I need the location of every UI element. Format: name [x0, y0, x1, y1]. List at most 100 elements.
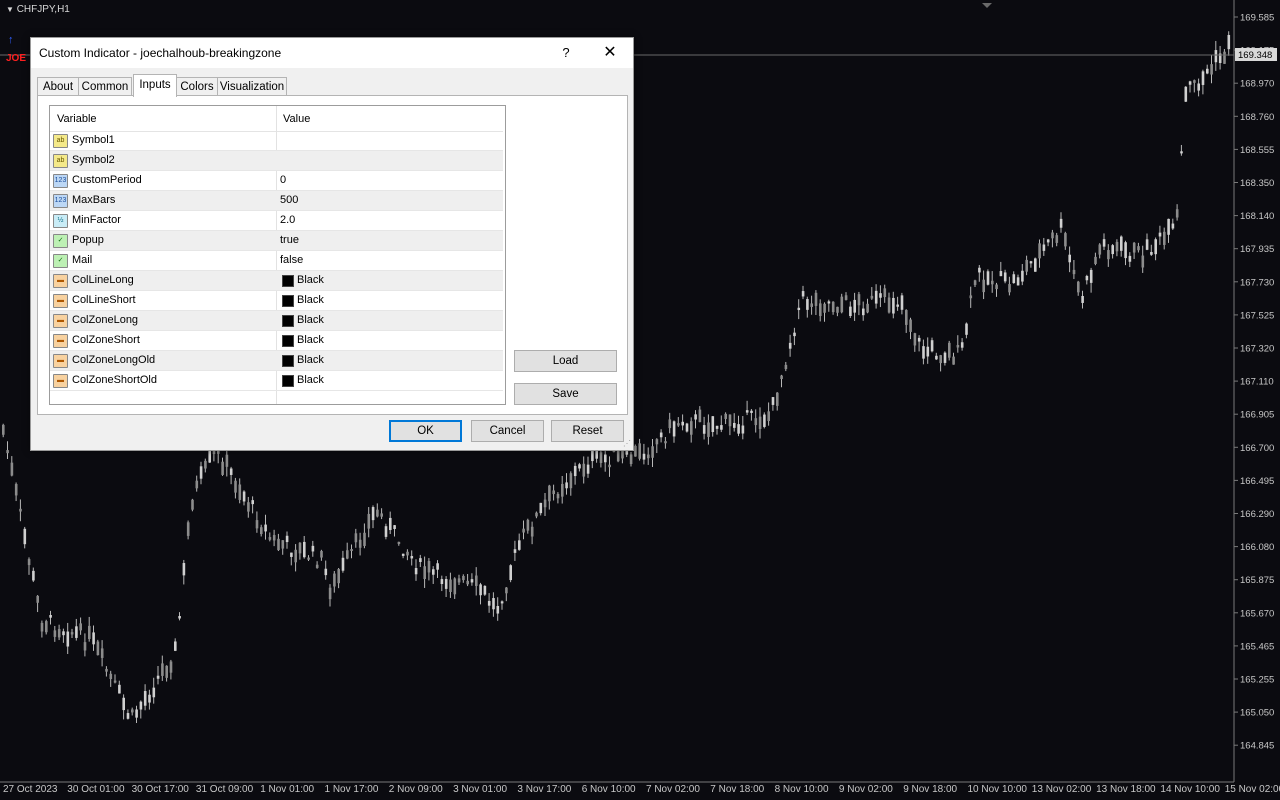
candle-body	[801, 291, 805, 297]
row-value[interactable]: 500	[280, 194, 298, 206]
candle-body	[311, 545, 315, 552]
tab-common[interactable]: Common	[78, 77, 132, 96]
close-icon[interactable]: ✕	[597, 42, 623, 64]
row-value[interactable]: Black	[297, 334, 324, 346]
candle-body	[629, 454, 633, 465]
candle-body	[655, 439, 659, 445]
tab-about[interactable]: About	[37, 77, 79, 96]
candle-body	[690, 421, 693, 435]
candle-body	[88, 625, 91, 640]
row-value[interactable]: Black	[297, 314, 324, 326]
candle-body	[264, 524, 267, 532]
candle-body	[737, 424, 740, 434]
string-type-icon: ab	[53, 154, 68, 168]
candle-body	[677, 423, 680, 426]
grid-row[interactable]: ▬ ColZoneShortOld Black	[50, 371, 505, 391]
help-button[interactable]: ?	[556, 42, 576, 64]
candle-body	[853, 299, 856, 313]
candle-body	[337, 569, 340, 584]
row-value[interactable]: false	[280, 254, 303, 266]
custom-indicator-dialog: Custom Indicator - joechalhoub-breakingz…	[30, 37, 634, 451]
color-swatch[interactable]	[282, 275, 294, 287]
save-button[interactable]: Save	[514, 383, 617, 405]
candle-body	[1154, 239, 1157, 255]
color-swatch[interactable]	[282, 355, 294, 367]
candle-body	[986, 271, 990, 285]
grid-row[interactable]: ½ MinFactor 2.0	[50, 211, 505, 231]
grid-row[interactable]: 123 CustomPeriod 0	[50, 171, 505, 191]
candle-body	[926, 346, 930, 357]
color-swatch[interactable]	[282, 375, 294, 387]
candle-body	[1214, 50, 1218, 63]
candle-body	[1025, 259, 1028, 272]
tab-colors[interactable]: Colors	[176, 77, 218, 96]
grid-row[interactable]: ab Symbol1	[50, 131, 505, 151]
grid-row[interactable]: ▬ ColLineShort Black	[50, 291, 505, 311]
candle-body	[156, 675, 160, 679]
candle-body	[186, 522, 190, 536]
grid-row[interactable]: 123 MaxBars 500	[50, 191, 505, 211]
row-value[interactable]: true	[280, 234, 299, 246]
dialog-titlebar[interactable]: Custom Indicator - joechalhoub-breakingz…	[31, 38, 633, 68]
candle-body	[1132, 242, 1136, 253]
row-value[interactable]: Black	[297, 294, 324, 306]
candle-body	[767, 411, 770, 422]
grid-row[interactable]: ▬ ColZoneLong Black	[50, 311, 505, 331]
candle-body	[199, 466, 203, 479]
chart-dropdown-icon[interactable]: ▼	[6, 5, 14, 14]
candle-body	[754, 418, 758, 426]
resize-grip-icon[interactable]: ⋰	[623, 440, 631, 448]
candle-body	[879, 293, 882, 298]
grid-row[interactable]: ▬ ColZoneShort Black	[50, 331, 505, 351]
candle-body	[750, 410, 753, 413]
color-swatch[interactable]	[282, 315, 294, 327]
candle-body	[806, 299, 809, 310]
candle-body	[174, 641, 177, 651]
grid-row[interactable]: ▬ ColZoneLongOld Black	[50, 351, 505, 371]
candle-body	[870, 295, 874, 299]
candle-body	[410, 556, 414, 559]
candle-body	[720, 425, 723, 430]
color-swatch[interactable]	[282, 335, 294, 347]
load-button[interactable]: Load	[514, 350, 617, 372]
candle-body	[969, 295, 973, 299]
grid-row[interactable]: ✓ Popup true	[50, 231, 505, 251]
cancel-button[interactable]: Cancel	[471, 420, 544, 442]
candle-body	[745, 410, 749, 413]
row-value[interactable]: Black	[297, 354, 324, 366]
column-header-value[interactable]: Value	[283, 113, 310, 125]
inputs-grid[interactable]: Variable Value ab Symbol1 ab Symbol2 123 Cust…	[49, 105, 506, 405]
row-value[interactable]: 2.0	[280, 214, 295, 226]
row-value[interactable]: 0	[280, 174, 286, 186]
candle-body	[599, 452, 603, 463]
candle-body	[371, 507, 375, 521]
row-value[interactable]: Black	[297, 374, 324, 386]
ok-button[interactable]: OK	[389, 420, 462, 442]
color-swatch[interactable]	[282, 295, 294, 307]
grid-row[interactable]: ab Symbol2	[50, 151, 505, 171]
candle-body	[982, 279, 985, 293]
price-tick-label: 168.970	[1240, 79, 1274, 90]
candle-body	[1085, 275, 1089, 281]
candle-body	[122, 697, 125, 711]
tab-inputs[interactable]: Inputs	[133, 74, 177, 97]
candle-body	[1145, 239, 1149, 250]
grid-row[interactable]: ▬ ColLineLong Black	[50, 271, 505, 291]
time-tick-label: 13 Nov 18:00	[1096, 784, 1156, 795]
row-variable-name: CustomPeriod	[72, 174, 142, 186]
candle-body	[1042, 244, 1046, 251]
tab-visualization[interactable]: Visualization	[217, 77, 287, 96]
grid-row[interactable]: ✓ Mail false	[50, 251, 505, 271]
row-value[interactable]: Black	[297, 274, 324, 286]
candle-body	[229, 468, 233, 475]
candle-body	[788, 342, 792, 349]
candle-body	[242, 491, 246, 502]
candle-body	[952, 356, 955, 365]
candle-body	[6, 450, 9, 454]
candle-body	[702, 425, 706, 434]
column-header-variable[interactable]: Variable	[57, 113, 97, 125]
reset-button[interactable]: Reset	[551, 420, 624, 442]
candle-body	[634, 445, 637, 457]
candle-body	[771, 397, 775, 405]
candle-body	[303, 541, 306, 558]
